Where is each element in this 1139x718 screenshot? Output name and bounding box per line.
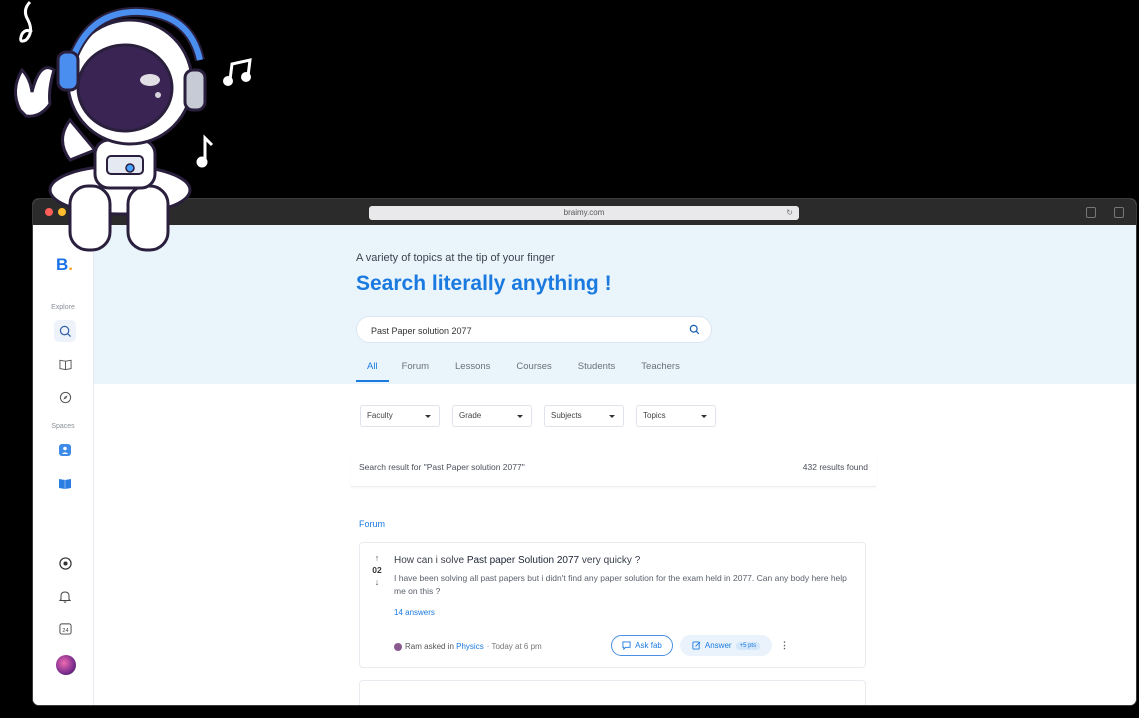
upvote-icon[interactable]: ↑ xyxy=(370,553,384,563)
answer-button[interactable]: Answer +5 pts xyxy=(680,635,772,656)
edit-icon xyxy=(692,641,701,650)
page-title: Search literally anything ! xyxy=(356,272,612,295)
browser-toolbar: braimy.com ↻ xyxy=(33,199,1136,226)
faculty-label: Faculty xyxy=(367,411,393,420)
question-title-highlight: Past paper Solution 2077 xyxy=(466,555,580,566)
answers-link[interactable]: 14 answers xyxy=(394,608,435,617)
results-count: 432 results found xyxy=(802,462,868,472)
browser-actions xyxy=(1086,207,1124,218)
svg-text:24: 24 xyxy=(62,627,68,633)
minimize-window-button[interactable] xyxy=(58,208,66,216)
sidebar-space-people[interactable] xyxy=(54,439,76,461)
address-bar[interactable]: braimy.com ↻ xyxy=(369,206,799,220)
author-avatar xyxy=(394,642,402,651)
logo[interactable]: B. xyxy=(56,255,73,275)
results-summary: Search result for "Past Paper solution 2… xyxy=(351,453,876,487)
forum-question-card[interactable]: ↑ 02 ↓ How can i solve Past paper Soluti… xyxy=(359,542,866,668)
logo-letter: B xyxy=(56,255,69,274)
chevron-down-icon xyxy=(701,415,707,418)
tab-lessons[interactable]: Lessons xyxy=(442,361,503,382)
share-icon[interactable] xyxy=(1086,207,1096,218)
chevron-down-icon xyxy=(425,415,431,418)
points-badge: +5 pts xyxy=(735,641,761,650)
forum-question-card[interactable] xyxy=(359,680,866,705)
people-space-icon xyxy=(59,444,71,456)
treble-clef-icon xyxy=(19,0,33,43)
results-query: Search result for "Past Paper solution 2… xyxy=(359,462,525,472)
tab-teachers[interactable]: Teachers xyxy=(628,361,693,382)
sidebar: B. Explore Spaces 24 xyxy=(33,225,94,705)
search-icon xyxy=(59,325,71,337)
sidebar-search[interactable] xyxy=(54,320,76,342)
hero-subtitle: A variety of topics at the tip of your f… xyxy=(356,252,555,264)
answer-button-label: Answer xyxy=(704,641,732,650)
search-icon[interactable] xyxy=(689,324,700,335)
ask-button-label: Ask fab xyxy=(635,641,662,650)
bell-icon xyxy=(59,590,71,603)
grade-label: Grade xyxy=(459,411,482,420)
sidebar-discover[interactable] xyxy=(54,386,76,408)
chevron-down-icon xyxy=(609,415,615,418)
music-note-icon xyxy=(196,134,214,168)
topics-dropdown[interactable]: Topics xyxy=(636,405,716,427)
search-hero: A variety of topics at the tip of your f… xyxy=(94,225,1136,384)
author-name[interactable]: Ram xyxy=(405,642,422,651)
explore-label: Explore xyxy=(51,304,75,311)
chevron-down-icon xyxy=(517,415,523,418)
compass-icon xyxy=(59,391,71,403)
result-tabs: All Forum Lessons Courses Students Teach… xyxy=(356,361,693,382)
sidebar-space-book[interactable] xyxy=(54,472,76,494)
question-title-end: very quicky ? xyxy=(579,555,641,566)
vote-count: 02 xyxy=(372,565,382,575)
question-body: I have been solving all past papers but … xyxy=(394,573,847,596)
sidebar-calendar[interactable]: 24 xyxy=(54,617,76,639)
calendar-24-icon: 24 xyxy=(58,622,72,635)
browser-window: braimy.com ↻ B. Explore Spaces 24 A vari… xyxy=(33,199,1136,705)
subjects-label: Subjects xyxy=(551,411,582,420)
support-icon xyxy=(58,556,72,570)
filter-bar: Faculty Grade Subjects Topics xyxy=(360,405,716,427)
book-space-icon xyxy=(59,478,71,489)
sidebar-notifications[interactable] xyxy=(54,585,76,607)
question-time: · Today at 6 pm xyxy=(486,642,542,651)
chat-icon xyxy=(622,641,631,650)
maximize-window-button[interactable] xyxy=(71,208,79,216)
music-note-icon xyxy=(223,58,252,86)
close-window-button[interactable] xyxy=(45,208,53,216)
window-controls xyxy=(45,208,79,216)
question-meta: Ram asked in Physics · Today at 6 pm xyxy=(394,642,542,651)
question-title[interactable]: How can i solve Past paper Solution 2077… xyxy=(394,555,640,566)
topics-label: Topics xyxy=(643,411,666,420)
vote-control: ↑ 02 ↓ xyxy=(370,553,384,587)
subjects-dropdown[interactable]: Subjects xyxy=(544,405,624,427)
more-options-icon[interactable]: ⋮ xyxy=(780,640,789,651)
sidebar-lessons[interactable] xyxy=(54,353,76,375)
tab-courses[interactable]: Courses xyxy=(503,361,564,382)
logo-dot: . xyxy=(68,255,74,274)
faculty-dropdown[interactable]: Faculty xyxy=(360,405,440,427)
search-box xyxy=(356,316,712,344)
book-icon xyxy=(58,359,72,370)
section-heading-forum: Forum xyxy=(359,519,386,529)
tabs-icon[interactable] xyxy=(1114,207,1124,218)
ask-button[interactable]: Ask fab xyxy=(611,635,673,656)
asked-in-text: asked in xyxy=(421,642,457,651)
search-input[interactable] xyxy=(369,317,673,344)
tab-students[interactable]: Students xyxy=(565,361,629,382)
spaces-label: Spaces xyxy=(51,423,75,430)
reload-icon[interactable]: ↻ xyxy=(786,206,793,220)
space-link[interactable]: Physics xyxy=(456,642,484,651)
page-content: B. Explore Spaces 24 A variety of topics… xyxy=(33,225,1136,705)
sidebar-support[interactable] xyxy=(54,552,76,574)
tab-forum[interactable]: Forum xyxy=(389,361,442,382)
grade-dropdown[interactable]: Grade xyxy=(452,405,532,427)
question-title-start: How can i solve xyxy=(394,555,467,566)
user-avatar[interactable] xyxy=(56,655,76,675)
address-text: braimy.com xyxy=(563,208,605,217)
tab-all[interactable]: All xyxy=(356,361,389,382)
downvote-icon[interactable]: ↓ xyxy=(370,577,384,587)
